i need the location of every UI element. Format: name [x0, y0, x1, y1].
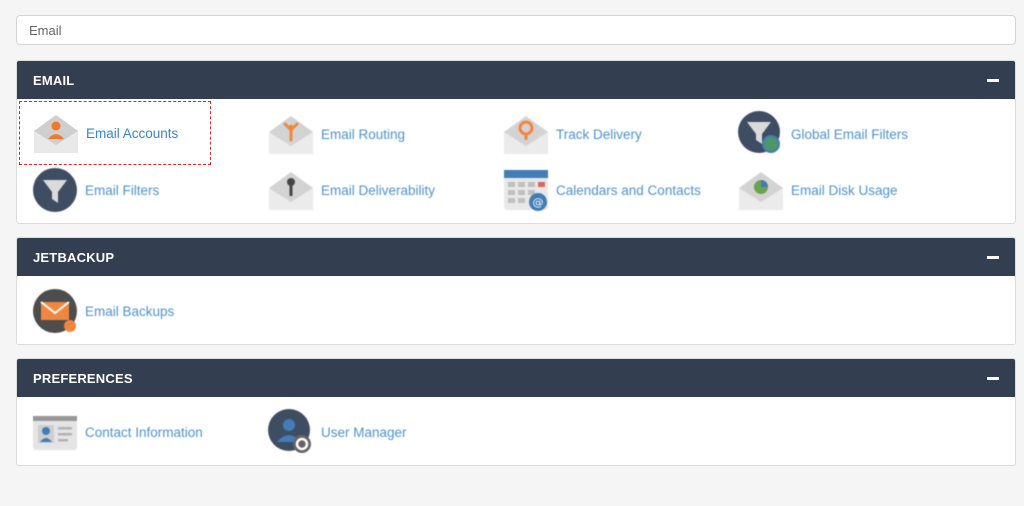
email-section-header[interactable]: EMAIL	[17, 61, 1015, 99]
email-section: EMAIL Email Accounts Email Routing Track…	[16, 60, 1016, 224]
globe-filter-icon	[738, 111, 780, 153]
item-label: Contact Information	[85, 424, 203, 440]
envelope-key-icon	[269, 172, 313, 210]
item-label: Email Accounts	[86, 125, 179, 141]
item-label: Email Filters	[85, 182, 160, 198]
track-delivery-item[interactable]: Track Delivery	[490, 105, 715, 163]
item-label: User Manager	[321, 424, 407, 440]
item-label: Calendars and Contacts	[556, 182, 701, 198]
svg-text:@: @	[533, 196, 544, 209]
global-email-filters-item[interactable]: Global Email Filters	[725, 105, 950, 163]
calendar-icon: @	[504, 170, 548, 211]
collapse-icon[interactable]	[987, 251, 999, 263]
envelope-routing-icon	[269, 116, 313, 154]
item-label: Track Delivery	[556, 126, 642, 142]
calendars-contacts-item[interactable]: @ Calendars and Contacts	[490, 161, 715, 219]
envelope-pie-icon	[739, 172, 783, 210]
section-title: JETBACKUP	[33, 249, 115, 265]
envelope-user-icon	[34, 115, 78, 153]
user-manager-item[interactable]: User Manager	[255, 403, 480, 461]
item-label: Email Routing	[321, 126, 406, 142]
funnel-icon	[33, 168, 77, 212]
envelope-backup-icon	[33, 289, 77, 333]
jetbackup-section-header[interactable]: JETBACKUP	[17, 238, 1015, 276]
contact-information-item[interactable]: Contact Information	[19, 403, 244, 461]
section-title: PREFERENCES	[33, 370, 133, 386]
email-deliverability-item[interactable]: Email Deliverability	[255, 161, 480, 219]
jetbackup-section: JETBACKUP Email Backups	[16, 237, 1016, 345]
user-gear-icon	[268, 409, 311, 453]
email-disk-usage-item[interactable]: Email Disk Usage	[725, 161, 950, 219]
email-backups-item[interactable]: Email Backups	[19, 282, 244, 340]
preferences-section-header[interactable]: PREFERENCES	[17, 359, 1015, 397]
item-label: Email Backups	[85, 303, 175, 319]
envelope-pin-icon	[504, 116, 548, 154]
search-input[interactable]	[16, 15, 1016, 45]
item-label: Email Deliverability	[321, 182, 436, 198]
item-label: Email Disk Usage	[791, 182, 898, 198]
preferences-section: PREFERENCES Contact Information User Man…	[16, 358, 1016, 466]
section-title: EMAIL	[33, 72, 75, 88]
contact-card-icon	[33, 416, 77, 450]
item-label: Global Email Filters	[791, 126, 909, 142]
email-accounts-item[interactable]: Email Accounts	[19, 101, 211, 165]
collapse-icon[interactable]	[987, 372, 999, 384]
email-routing-item[interactable]: Email Routing	[255, 105, 480, 163]
collapse-icon[interactable]	[987, 74, 999, 86]
email-filters-item[interactable]: Email Filters	[19, 161, 244, 219]
